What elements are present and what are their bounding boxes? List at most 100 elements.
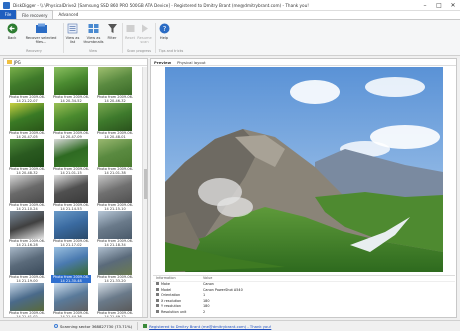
back-arrow-icon (7, 23, 17, 34)
thumbnail-item[interactable]: Photo from 2009-06-14 21-41-02 (7, 283, 47, 318)
info-row[interactable]: Resolution unit 2 (153, 309, 455, 315)
play-icon (142, 24, 148, 33)
info-table: Information Value Make Canon Model Canon Po… (153, 275, 455, 317)
tab-physical-layout[interactable]: Physical layout (174, 60, 209, 65)
thumbnail-caption: Photo from 2009-06-14 21-44-36 (52, 311, 90, 318)
info-key: Model (153, 287, 203, 292)
thumbnail-caption: Photo from 2009-06-14 21-41-02 (8, 311, 46, 318)
filter-button[interactable]: Filter (106, 23, 118, 40)
thumbnail-item[interactable]: Photo from 2009-06-14 21-15-10 (95, 175, 135, 211)
tab-advanced[interactable]: Advanced (53, 10, 83, 19)
thumbnail-caption: Photo from 2009-06-14 21-22-07 (8, 95, 46, 103)
thumbnail-item[interactable]: Photo from 2009-06-14 21-14-53 (51, 175, 91, 211)
thumbnail-item[interactable]: Photo from 2009-06-14 21-30-48 (51, 247, 91, 283)
property-icon (156, 309, 159, 313)
maximize-icon[interactable]: □ (432, 0, 446, 11)
thumbnail-image (54, 175, 88, 203)
thumbnail-caption: Photo from 2009-06-14 21-17-02 (52, 239, 90, 247)
view-as-list-button[interactable]: View as list (64, 23, 81, 44)
thumbnail-item[interactable]: Photo from 2009-06-14 21-44-36 (51, 283, 91, 318)
thumbnail-scrollbar[interactable] (142, 67, 147, 317)
info-header-information: Information (156, 276, 176, 281)
registered-icon (143, 324, 148, 328)
thumbnail-image (10, 211, 44, 239)
view-as-thumbnails-label: View as thumbnails (83, 36, 104, 45)
thumbnail-item[interactable]: Photo from 2009-06-14 21-17-02 (51, 211, 91, 247)
thumbnail-item[interactable]: Photo from 2009-06-14 21-10-24 (7, 175, 47, 211)
thumbnail-caption: Photo from 2009-06-14 20-48-01 (96, 131, 134, 139)
thumbnail-item[interactable]: Photo from 2009-06-14 20-46-32 (95, 67, 135, 103)
scrollbar-thumb[interactable] (144, 169, 147, 199)
thumbnail-image (10, 247, 44, 275)
view-as-thumbnails-button[interactable]: View as thumbnails (82, 23, 105, 44)
resume-scan-button[interactable]: Resume scan (137, 23, 152, 44)
resume-scan-label: Resume scan (137, 36, 152, 45)
view-as-list-label: View as list (65, 36, 80, 45)
thumbnail-image (54, 139, 88, 167)
info-key: Make (153, 282, 203, 286)
thumbnail-caption: Photo from 2009-06-14 21-30-48 (51, 275, 91, 283)
info-key-text: Model (161, 287, 172, 292)
info-key: Resolution unit (153, 309, 203, 314)
registration-status: Registered to Dmitry Brant (me@dmitrybra… (143, 324, 271, 329)
group-label-recovery: Recovery (26, 49, 42, 53)
preview-tabs: Preview Physical layout (151, 59, 456, 66)
thumbnail-item[interactable]: Photo from 2009-06-14 21-49-12 (95, 283, 135, 317)
thumbnail-item[interactable]: Photo from 2009-06-14 21-01-15 (51, 139, 91, 175)
info-rows: Make Canon Model Canon PowerShot A540 Orient… (153, 282, 455, 315)
minimize-icon[interactable]: – (418, 0, 432, 11)
thumbnail-item[interactable]: Photo from 2009-06-14 21-33-20 (95, 247, 135, 283)
thumbnail-item[interactable]: Photo from 2009-06-14 20-47-09 (51, 103, 91, 139)
tab-file[interactable]: File (0, 10, 16, 19)
info-row[interactable]: Orientation 1 (153, 293, 455, 299)
folder-header[interactable]: JPG (4, 59, 147, 66)
info-header-value: Value (203, 276, 213, 281)
folder-label: JPG (14, 59, 21, 65)
close-icon[interactable]: ✕ (446, 0, 460, 11)
property-icon (156, 304, 159, 308)
back-button[interactable]: Back (4, 23, 20, 40)
status-separator (137, 322, 139, 330)
info-row[interactable]: Make Canon (153, 282, 455, 288)
ribbon: Back Recover selected files... View as l… (0, 20, 460, 56)
property-icon (156, 287, 159, 291)
info-key-text: Y resolution (161, 304, 181, 309)
thumbnail-image (10, 175, 44, 203)
scan-status-text: Scanning sector 368827730 (73.71%) (60, 323, 133, 329)
thumbnail-item[interactable]: Photo from 2009-06-14 20-47-05 (7, 103, 47, 139)
registered-link[interactable]: Registered to Dmitry Brant (me@dmitrybra… (149, 324, 271, 329)
info-row[interactable]: Y resolution 180 (153, 304, 455, 310)
back-label: Back (7, 36, 17, 40)
thumbnail-image (10, 139, 44, 167)
tab-preview[interactable]: Preview (151, 60, 174, 65)
thumbnail-image (10, 103, 44, 131)
thumbnail-item[interactable]: Photo from 2009-06-14 21-01-38 (95, 139, 135, 175)
thumbnail-image (54, 247, 88, 275)
list-icon (67, 23, 78, 34)
thumbnail-item[interactable]: Photo from 2009-06-14 20-48-32 (7, 139, 47, 175)
folder-icon (7, 60, 12, 64)
help-button[interactable]: ? Help (157, 23, 171, 40)
reset-label: Reset (124, 36, 136, 40)
thumbnail-item[interactable]: Photo from 2009-06-14 21-22-07 (7, 67, 47, 103)
preview-image (165, 67, 443, 272)
tab-file-recovery[interactable]: File recovery (16, 10, 54, 19)
recover-selected-button[interactable]: Recover selected files... (22, 23, 60, 44)
info-row[interactable]: X resolution 180 (153, 298, 455, 304)
recover-files-icon (35, 23, 47, 33)
thumbnail-item[interactable]: Photo from 2009-06-14 21-16-28 (7, 211, 47, 247)
info-key: X resolution (153, 298, 203, 303)
info-key-text: Resolution unit (161, 309, 187, 314)
thumbnail-image (98, 283, 132, 311)
thumbnail-caption: Photo from 2009-06-14 21-16-28 (8, 239, 46, 247)
thumbnail-caption: Photo from 2009-06-14 21-10-24 (8, 203, 46, 211)
window-title: DiskDigger - \\.\PhysicalDrive2 [Samsung… (13, 2, 309, 8)
reset-button[interactable]: Reset (124, 23, 136, 40)
thumbnail-item[interactable]: Photo from 2009-06-14 20-34-52 (51, 67, 91, 103)
thumbnail-item[interactable]: Photo from 2009-06-14 21-19-00 (7, 247, 47, 283)
thumbnail-item[interactable]: Photo from 2009-06-14 21-18-34 (95, 211, 135, 247)
thumbnail-image (98, 67, 132, 95)
thumbnail-item[interactable]: Photo from 2009-06-14 20-48-01 (95, 103, 135, 139)
filter-icon (107, 24, 117, 33)
info-row[interactable]: Model Canon PowerShot A540 (153, 287, 455, 293)
